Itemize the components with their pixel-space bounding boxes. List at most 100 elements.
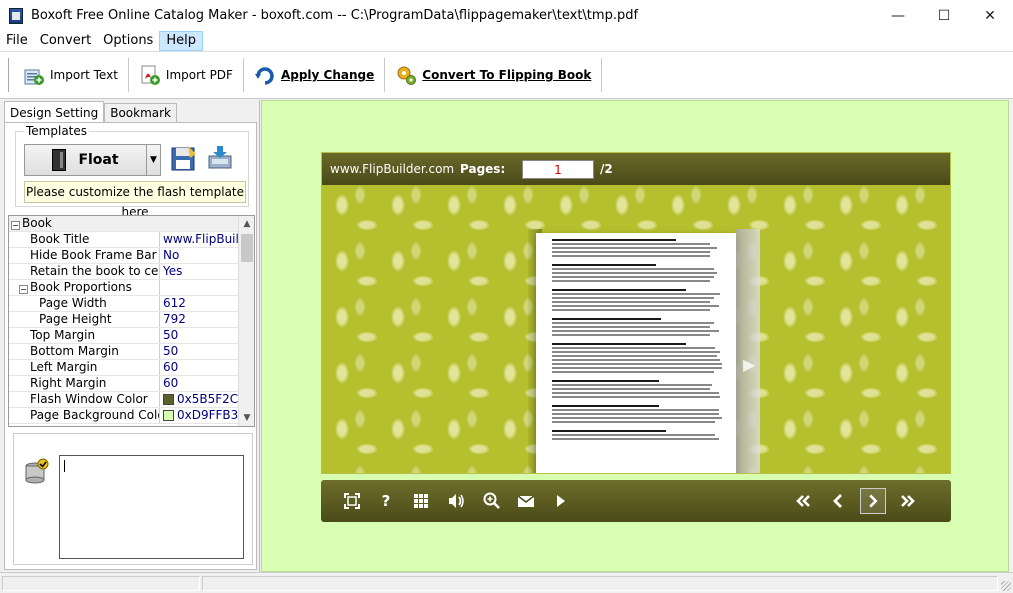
next-page-icon[interactable] (860, 488, 886, 514)
property-label: Bottom Margin (30, 344, 119, 358)
template-select-button[interactable]: Float (24, 144, 147, 176)
collapse-icon[interactable]: − (19, 285, 28, 294)
menu-options[interactable]: Options (97, 31, 159, 51)
status-bar (0, 572, 1013, 593)
text-line (552, 355, 717, 357)
property-value[interactable]: 0x5B5F2C (160, 392, 239, 407)
tab-design-setting[interactable]: Design Setting (4, 101, 104, 123)
property-value-text: 612 (163, 296, 186, 311)
property-row[interactable]: Page Width 612 (9, 296, 239, 312)
tab-bookmark[interactable]: Bookmark (104, 103, 177, 123)
property-value-text: No (163, 248, 179, 263)
property-label: Page Background Color (30, 408, 160, 422)
text-line (552, 413, 719, 415)
database-check-icon (24, 458, 50, 486)
last-page-icon[interactable] (895, 488, 921, 514)
text-line (552, 367, 722, 369)
close-icon: ✕ (984, 8, 996, 24)
property-value-text: 50 (163, 328, 178, 343)
menu-help[interactable]: Help (159, 31, 203, 51)
apply-change-button[interactable]: Apply Change (248, 58, 380, 92)
import-pdf-button[interactable]: Import PDF (133, 58, 239, 92)
import-pdf-label: Import PDF (166, 68, 233, 82)
property-value[interactable]: 50 (160, 328, 239, 343)
text-line (552, 326, 710, 328)
property-row[interactable]: Top Margin 50 (9, 328, 239, 344)
zoom-in-icon[interactable] (478, 488, 504, 514)
text-line (552, 380, 659, 382)
email-icon[interactable] (513, 488, 539, 514)
text-line (552, 280, 710, 282)
property-name: Hide Book Frame Bar (9, 248, 160, 263)
first-page-icon[interactable] (790, 488, 816, 514)
autoplay-icon[interactable] (547, 488, 573, 514)
text-line (552, 347, 715, 349)
property-row[interactable]: Left Margin 60 (9, 360, 239, 376)
page-number-input[interactable]: 1 (522, 160, 594, 179)
minimize-button[interactable]: — (875, 0, 921, 31)
text-line (552, 243, 710, 245)
import-text-button[interactable]: Import Text (17, 58, 124, 92)
text-line (552, 276, 714, 278)
property-row[interactable]: Page Background Color 0xD9FFB3 (9, 408, 239, 424)
property-label: Top Margin (30, 328, 95, 342)
scroll-up-icon[interactable]: ▲ (239, 216, 255, 232)
property-value-text: www.FlipBuil... (163, 232, 239, 247)
template-dropdown-button[interactable]: ▼ (146, 144, 161, 176)
description-textbox[interactable] (59, 455, 244, 559)
property-row[interactable]: − Book (9, 216, 239, 232)
property-value[interactable]: 612 (160, 296, 239, 311)
property-label: Flash Window Color (30, 392, 148, 406)
apply-change-label: Apply Change (281, 68, 374, 82)
property-row[interactable]: Page Height 792 (9, 312, 239, 328)
maximize-button[interactable]: ☐ (921, 0, 967, 31)
convert-button[interactable]: Convert To Flipping Book (389, 58, 597, 92)
text-line (552, 343, 686, 345)
help-icon[interactable]: ? (373, 488, 399, 514)
toolbar-separator (601, 58, 602, 92)
property-row[interactable]: − Book Proportions (9, 280, 239, 296)
property-grid-scrollbar[interactable]: ▲ ▼ (238, 216, 254, 426)
property-row[interactable]: Flash Window Color 0x5B5F2C (9, 392, 239, 408)
book-icon (52, 149, 66, 171)
next-page-arrow-icon[interactable]: ▶ (743, 355, 755, 374)
property-value[interactable]: 0xD9FFB3 (160, 408, 239, 423)
property-value[interactable]: www.FlipBuil... (160, 232, 239, 247)
scroll-thumb[interactable] (241, 234, 253, 262)
menu-file[interactable]: File (0, 31, 34, 51)
previous-page-icon[interactable] (825, 488, 851, 514)
property-row[interactable]: Right Margin 60 (9, 376, 239, 392)
menu-convert[interactable]: Convert (34, 31, 97, 51)
text-line (552, 371, 714, 373)
toolbar-grip[interactable] (8, 58, 11, 92)
site-label: www.FlipBuilder.com (330, 162, 460, 176)
fullscreen-icon[interactable] (339, 488, 365, 514)
property-value[interactable]: No (160, 248, 239, 263)
load-template-icon[interactable] (206, 144, 234, 172)
text-line (552, 405, 659, 407)
property-row[interactable]: Retain the book to center Yes (9, 264, 239, 280)
property-value[interactable]: Yes (160, 264, 239, 279)
close-button[interactable]: ✕ (967, 0, 1013, 31)
property-row[interactable]: Bottom Margin 50 (9, 344, 239, 360)
property-name: Top Margin (9, 328, 160, 343)
collapse-icon[interactable]: − (11, 221, 20, 230)
resize-grip-icon[interactable] (1001, 581, 1011, 591)
total-pages: /2 (600, 162, 613, 176)
save-template-icon[interactable] (170, 144, 198, 172)
property-name: Page Background Color (9, 408, 160, 423)
property-value[interactable]: 50 (160, 344, 239, 359)
text-line (552, 305, 719, 307)
property-value[interactable]: 60 (160, 376, 239, 391)
property-name: Left Margin (9, 360, 160, 375)
thumbnails-icon[interactable] (408, 488, 434, 514)
scroll-down-icon[interactable]: ▼ (239, 410, 255, 426)
property-value[interactable]: 792 (160, 312, 239, 327)
property-value[interactable]: 60 (160, 360, 239, 375)
property-label: Retain the book to center (30, 264, 160, 278)
sound-icon[interactable] (443, 488, 469, 514)
property-row[interactable]: Book Title www.FlipBuil... (9, 232, 239, 248)
property-row[interactable]: Hide Book Frame Bar No (9, 248, 239, 264)
book-page[interactable] (536, 233, 736, 474)
design-panel: Design Setting Bookmark Templates Float … (0, 100, 260, 572)
